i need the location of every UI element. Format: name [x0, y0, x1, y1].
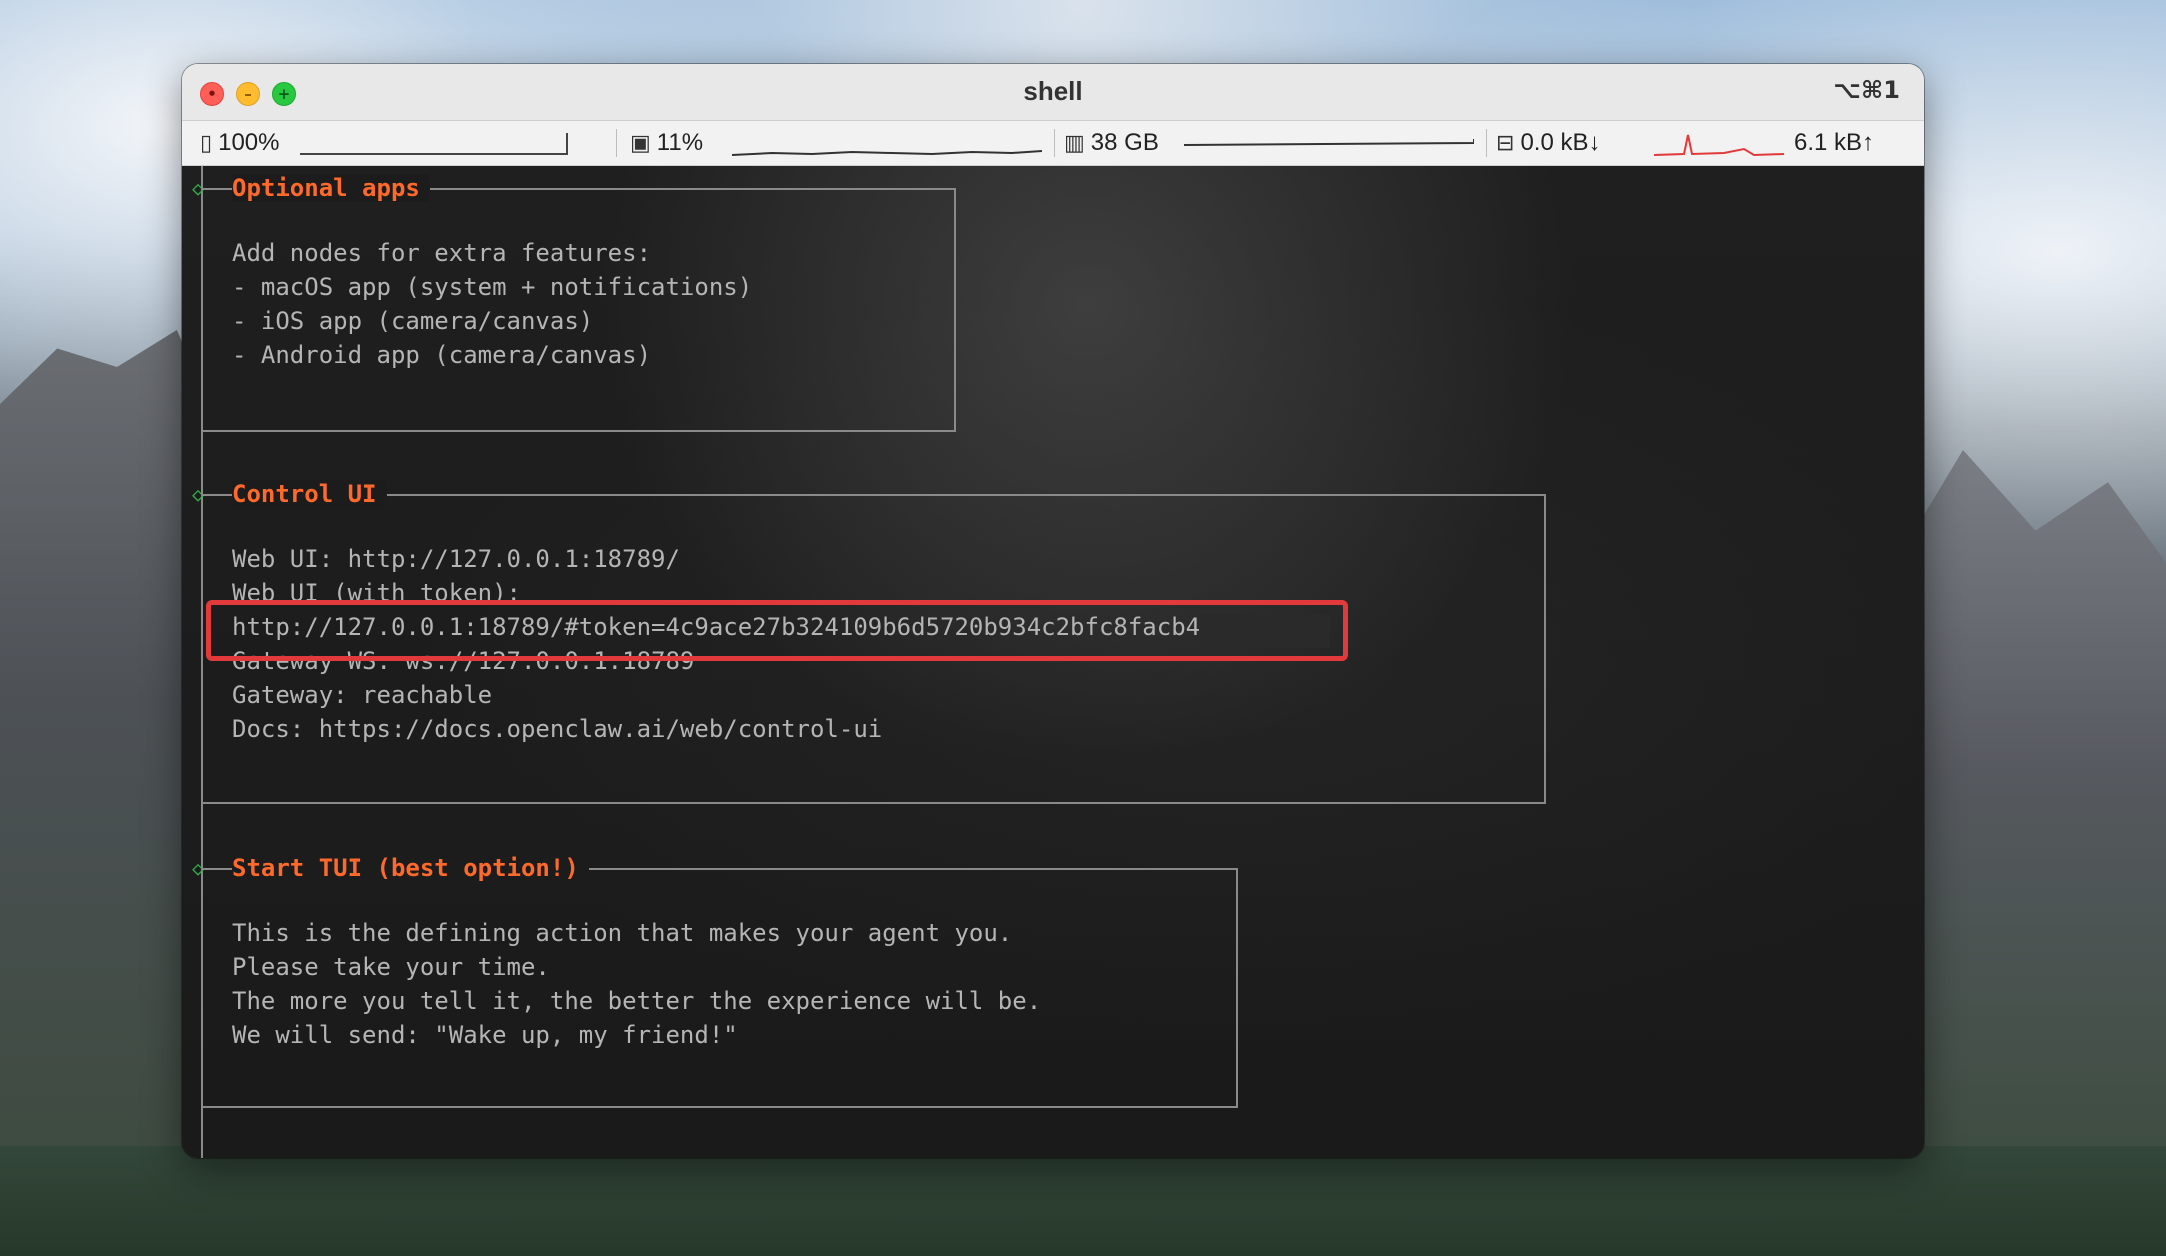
terminal-window: • – + shell ⌥⌘1 ▯ 100% ▣ 11% ▥ 38 GB ⊟ 0.0 k…: [182, 64, 1924, 1158]
memory-icon: ▥: [1064, 130, 1085, 155]
cpu-icon: ▣: [630, 130, 651, 155]
start-tui-title: Start TUI (best option!): [232, 854, 589, 882]
terminal-output[interactable]: ◇ Optional apps Add nodes for extra feat…: [182, 166, 1924, 1158]
battery-label: 100%: [218, 129, 280, 156]
battery-level-bar: [300, 133, 568, 155]
network-up-label: 6.1 kB↑: [1794, 129, 1875, 156]
gateway-status-line: Gateway: reachable: [232, 681, 493, 709]
background-ground: [0, 1146, 2166, 1256]
battery-icon: ▯: [200, 130, 213, 155]
optional-apps-title: Optional apps: [232, 174, 430, 202]
title-bar[interactable]: • – + shell ⌥⌘1: [182, 64, 1924, 121]
status-separator: [1054, 129, 1055, 157]
optional-apps-line: Add nodes for extra features:: [232, 239, 652, 267]
control-ui-title: Control UI: [232, 480, 387, 508]
docs-link-line[interactable]: Docs: https://docs.openclaw.ai/web/contr…: [232, 712, 882, 746]
start-tui-line: The more you tell it, the better the exp…: [232, 987, 1042, 1015]
battery-stat: ▯ 100%: [200, 121, 280, 165]
web-ui-line[interactable]: Web UI: http://127.0.0.1:18789/: [232, 542, 680, 576]
network-down-stat: ⊟ 0.0 kB↓: [1496, 121, 1600, 165]
status-separator: [616, 129, 617, 157]
network-up-stat: 6.1 kB↑: [1794, 121, 1874, 165]
window-title: shell: [1023, 76, 1083, 106]
optional-apps-line: - iOS app (camera/canvas): [232, 307, 594, 335]
window-shortcut: ⌥⌘1: [1833, 76, 1900, 104]
memory-sparkline: [1184, 139, 1474, 146]
cpu-sparkline: [732, 150, 1042, 156]
cpu-label: 11%: [656, 129, 704, 156]
network-icon: ⊟: [1496, 130, 1515, 155]
memory-stat: ▥ 38 GB: [1064, 121, 1159, 165]
network-down-label: 0.0 kB↓: [1520, 129, 1601, 156]
optional-apps-line: - macOS app (system + notifications): [232, 273, 753, 301]
network-sparkline: [1654, 134, 1784, 157]
cpu-stat: ▣ 11%: [630, 121, 703, 165]
start-tui-line: This is the defining action that makes y…: [232, 919, 1013, 947]
memory-label: 38 GB: [1090, 129, 1159, 156]
token-highlight-box: [206, 600, 1348, 661]
start-tui-line: Please take your time.: [232, 953, 550, 981]
status-bar: ▯ 100% ▣ 11% ▥ 38 GB ⊟ 0.0 kB↓ 6.1 kB↑: [182, 121, 1924, 166]
status-separator: [1486, 129, 1487, 157]
start-tui-line: We will send: "Wake up, my friend!": [232, 1021, 738, 1049]
optional-apps-line: - Android app (camera/canvas): [232, 341, 652, 369]
